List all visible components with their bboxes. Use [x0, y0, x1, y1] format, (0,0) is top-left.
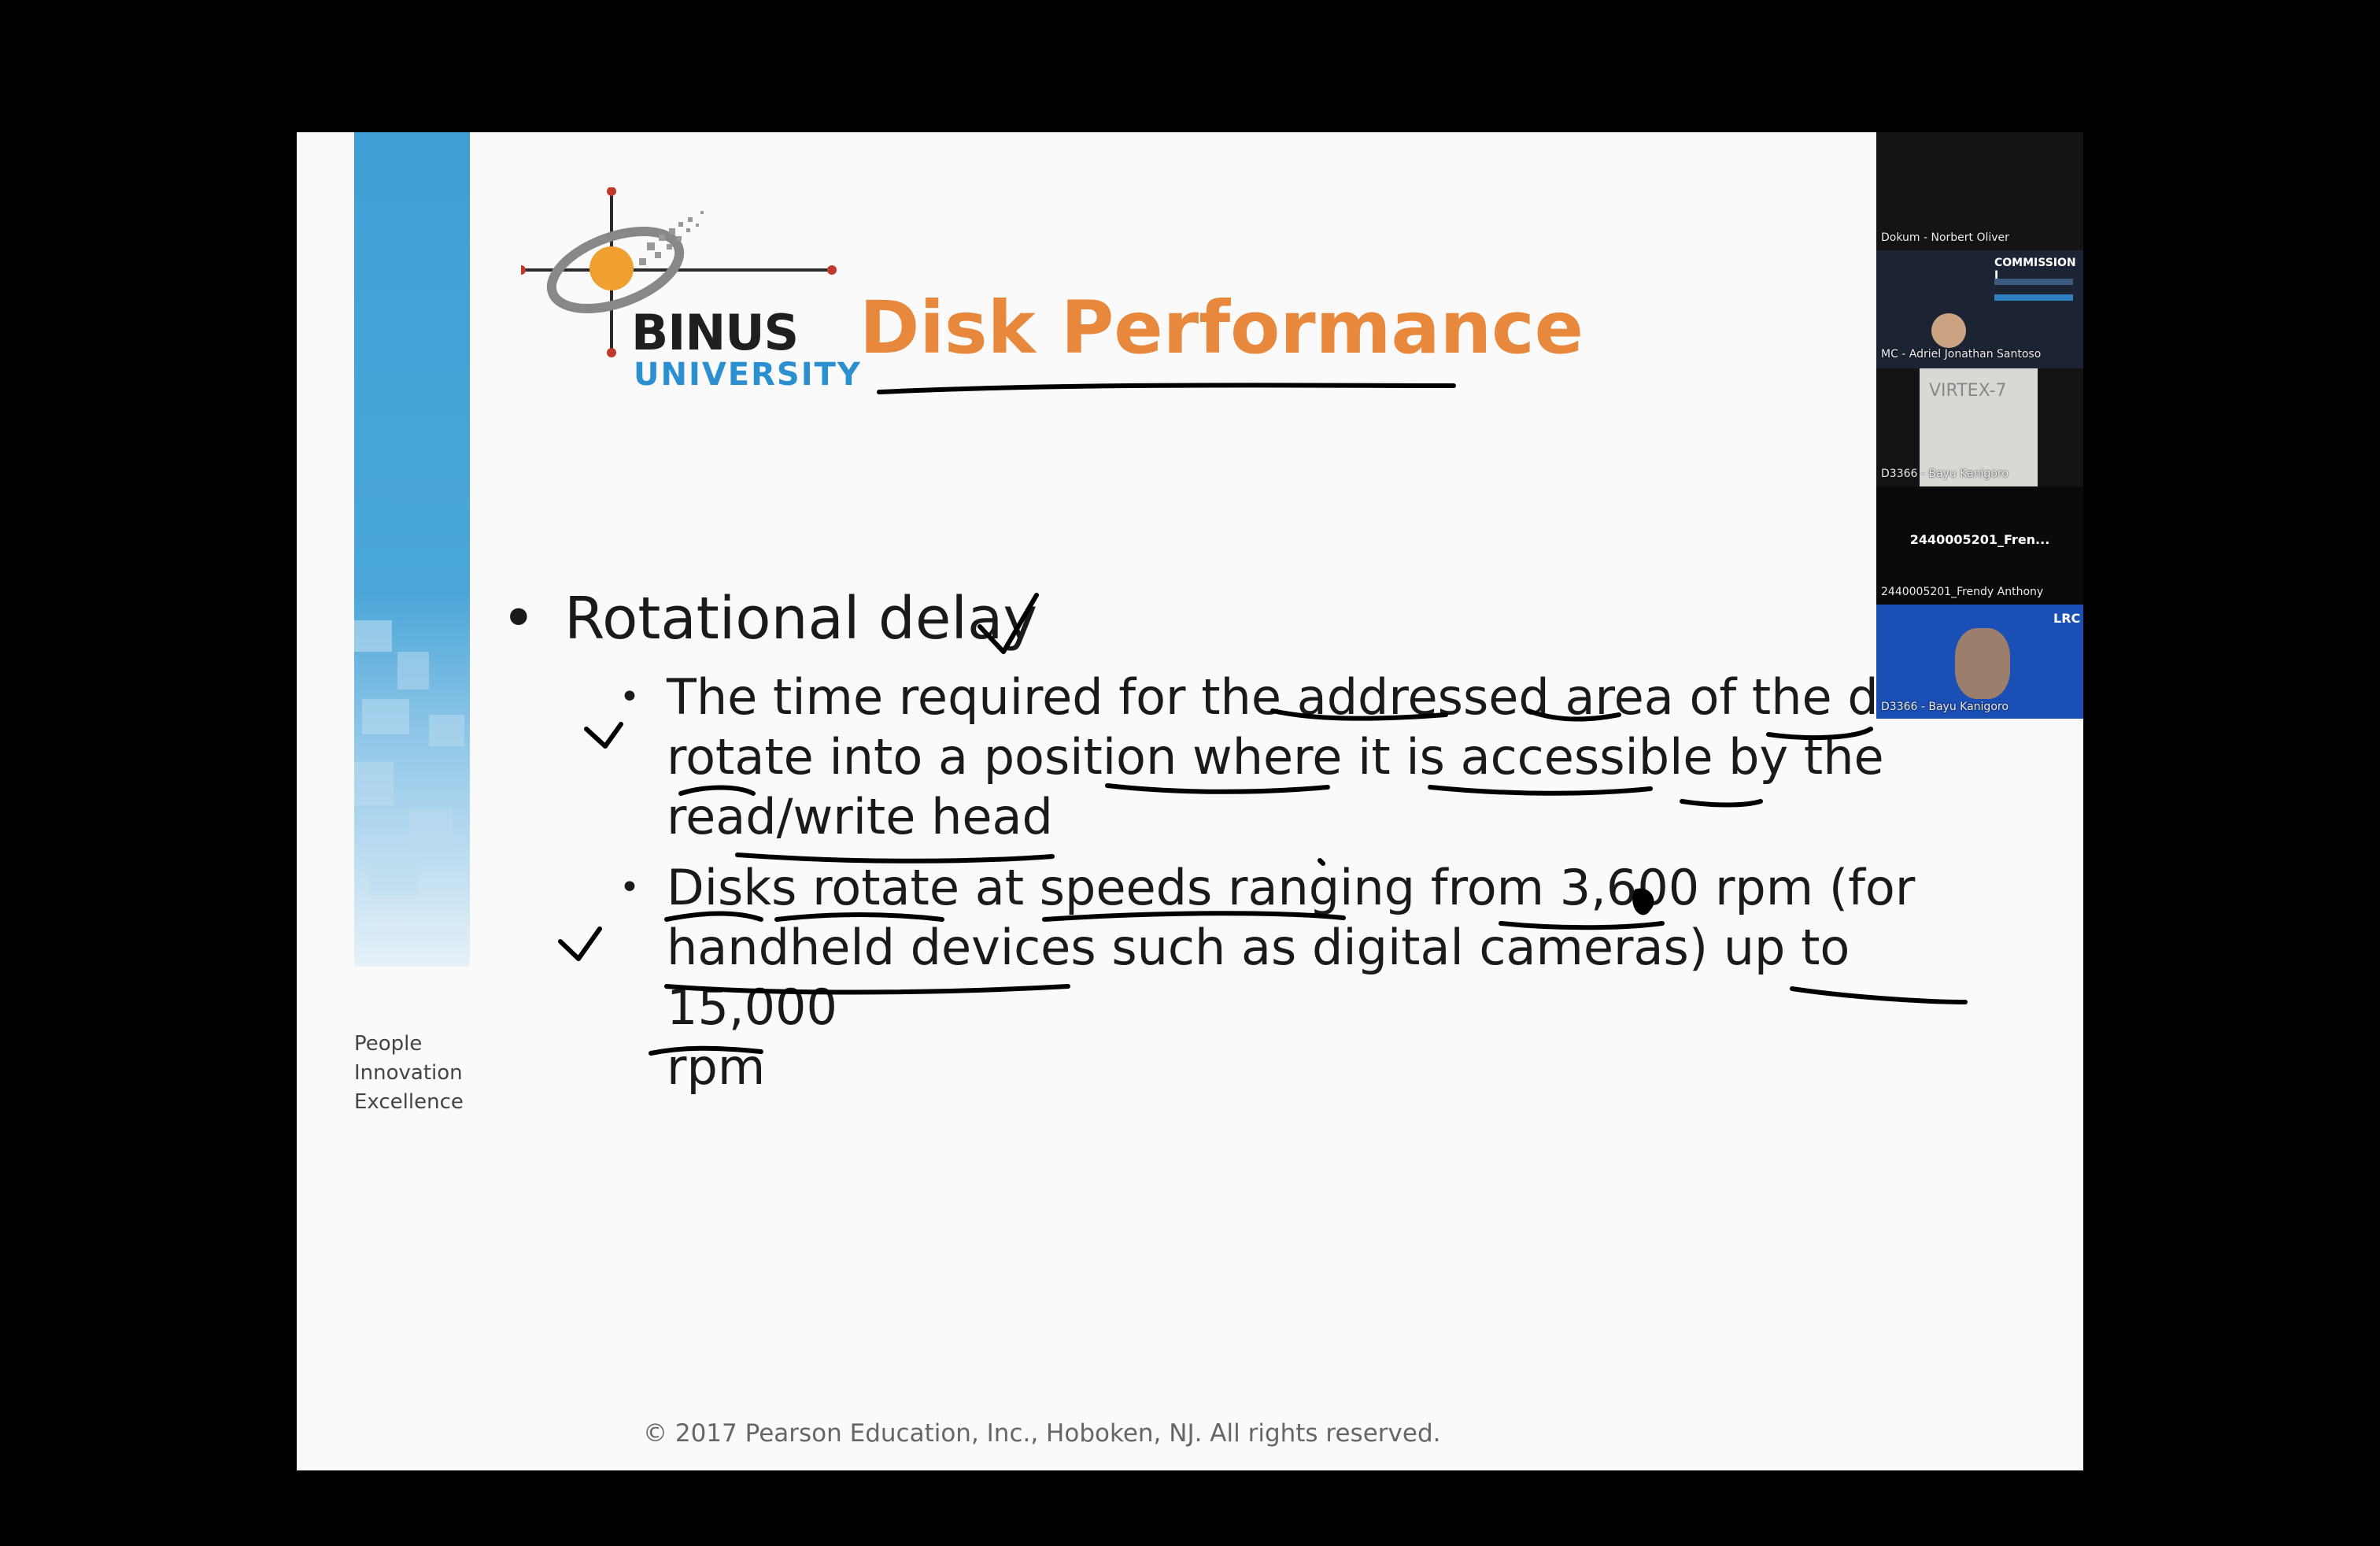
bullet-text: Rotational delay [564, 585, 1038, 653]
avatar [1955, 628, 2010, 699]
participant-name: Dokum - Norbert Oliver [1881, 231, 2009, 244]
logo-subtitle: UNIVERSITY [634, 357, 862, 393]
bullet-dot: • [501, 585, 536, 653]
channel-logo: LRC [2053, 611, 2081, 626]
subbullet-line: rpm [667, 1038, 766, 1096]
video-feed-text: VIRTEX-7 [1929, 381, 2007, 401]
tagline: People Innovation Excellence [354, 1030, 464, 1117]
subbullet-line: Disks rotate at speeds ranging from 3,60… [667, 859, 1916, 916]
checkmark-icon [584, 722, 623, 749]
copyright-footer: © 2017 Pearson Education, Inc., Hoboken,… [643, 1419, 1441, 1448]
bullet-rotational-delay: • Rotational delay [501, 585, 1038, 653]
participant-name: MC - Adriel Jonathan Santoso [1881, 348, 2042, 361]
underline-title [877, 383, 1456, 394]
video-tile[interactable]: Dokum - Norbert Oliver [1876, 132, 2083, 250]
participant-placeholder: 2440005201_Fren... [1909, 532, 2050, 547]
video-tile[interactable]: LRC D3366 - Bayu Kanigoro [1876, 605, 2083, 719]
tagline-line: People [354, 1032, 423, 1056]
avatar [1931, 313, 1966, 348]
decorative-side-band [354, 132, 470, 967]
video-tile[interactable]: VIRTEX-7 D3366 - Bayu Kanigoro [1876, 368, 2083, 486]
tagline-line: Innovation [354, 1061, 463, 1085]
subbullet-line: read/write head [667, 788, 1053, 845]
participant-name: D3366 - Bayu Kanigoro [1881, 701, 2009, 713]
tagline-line: Excellence [354, 1090, 464, 1114]
presentation-slide: BINUS UNIVERSITY Disk Performance • Rota… [297, 132, 2083, 1470]
participant-name: D3366 - Bayu Kanigoro [1881, 468, 2009, 480]
subbullet-definition: • The time required for the addressed ar… [619, 668, 1957, 847]
subbullet-speeds: • Disks rotate at speeds ranging from 3,… [619, 858, 1957, 1097]
logo-wordmark: BINUS [631, 304, 799, 361]
participant-name: 2440005201_Frendy Anthony [1881, 586, 2044, 598]
slide-title: Disk Performance [859, 286, 1584, 370]
checkmark-icon [558, 926, 602, 961]
video-participants-strip: Dokum - Norbert Oliver COMMISSION I MC -… [1876, 132, 2083, 719]
subbullet-dot: • [619, 867, 640, 908]
video-tile[interactable]: 2440005201_Fren... 2440005201_Frendy Ant… [1876, 486, 2083, 605]
subbullet-line: handheld devices such as digital cameras… [667, 919, 1850, 1036]
subbullet-line: The time required for the addressed area… [667, 668, 1946, 726]
subbullet-dot: • [619, 677, 640, 717]
subbullet-line: rotate into a position where it is acces… [667, 728, 1884, 786]
